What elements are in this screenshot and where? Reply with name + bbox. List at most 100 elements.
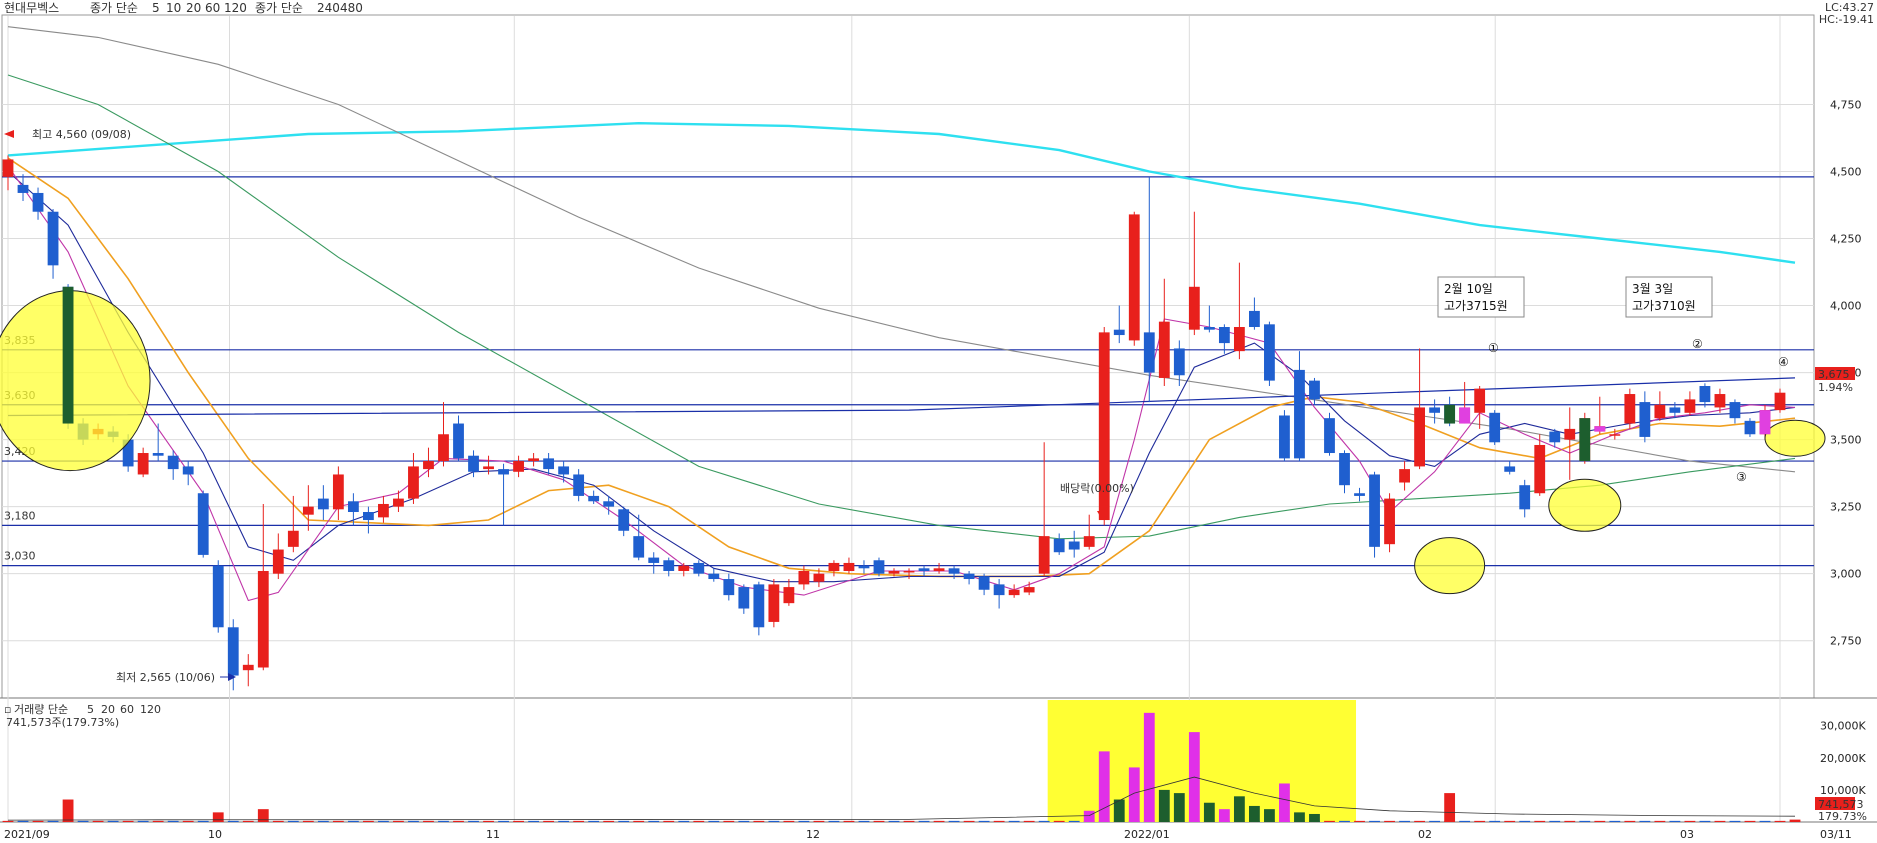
candle-body (1113, 329, 1125, 336)
candle-body (1264, 324, 1275, 381)
volume-bar-small (107, 820, 119, 822)
candle-body (137, 453, 149, 475)
volume-bar-small (32, 820, 44, 822)
volume-bar-small (1654, 820, 1666, 822)
price-tick-label: 4,500 (1830, 166, 1862, 179)
vol-ma-60-label: 60 (120, 703, 134, 716)
volume-bar-small (963, 820, 975, 822)
candle-body (1309, 380, 1320, 400)
candle-body (1429, 407, 1441, 413)
volume-bar-small (1339, 820, 1350, 822)
candle-body (648, 557, 660, 563)
candle-body (1549, 431, 1561, 443)
volume-bar-small (1669, 820, 1681, 822)
price-tick-label: 3,500 (1830, 434, 1862, 447)
volume-bar-small (1384, 820, 1395, 822)
volume-bar-small (197, 820, 209, 822)
volume-bar-small (1594, 820, 1606, 822)
candle-body (2, 159, 14, 177)
volume-bar-small (558, 820, 570, 822)
candle-body (738, 587, 750, 609)
volume-ma-line (7, 776, 1796, 821)
volume-bar-small (1399, 820, 1410, 822)
volume-bar-small (828, 820, 840, 822)
candle-body (978, 576, 990, 590)
volume-bar-small (903, 820, 915, 822)
volume-bar-small (17, 820, 29, 822)
ma-120-label: 120 (224, 1, 247, 15)
candle-body (302, 506, 314, 515)
volume-bar-small (873, 820, 885, 822)
volume-bar-small (528, 820, 539, 822)
volume-bar-small (1474, 820, 1486, 822)
candle-body (993, 584, 1005, 596)
highlight-circle-3 (1764, 419, 1826, 457)
volume-bar-small (1414, 820, 1425, 822)
volume-bar-small (1744, 820, 1756, 822)
volume-bar (1279, 783, 1290, 822)
volume-bar-small (423, 820, 434, 822)
volume-bar (1294, 812, 1305, 822)
candle-body (1384, 498, 1395, 545)
candle-body (1729, 402, 1741, 419)
volume-bar-small (1534, 820, 1546, 822)
candle-body (423, 461, 434, 470)
candle-body (1609, 434, 1621, 436)
high-arrow-icon (4, 130, 14, 138)
candle-body (1369, 474, 1380, 547)
candle-body (1188, 286, 1200, 330)
candle-body (1639, 402, 1651, 437)
volume-bar-small (302, 820, 314, 822)
candle-body (1669, 407, 1681, 413)
ma60-line (7, 74, 1796, 540)
volume-bar (1249, 805, 1260, 822)
volume-bar (1173, 793, 1185, 822)
candle-body (1023, 587, 1035, 593)
candle-body (663, 560, 675, 571)
candle-body (843, 562, 855, 571)
stock-name[interactable]: 현대무벡스 (4, 1, 59, 15)
candle-body (1294, 369, 1305, 459)
price-tick-label: 3,250 (1830, 501, 1862, 514)
volume-bar-small (393, 820, 404, 822)
note-mar3-line1: 3월 3일 (1632, 282, 1673, 296)
volume-bar-small (993, 820, 1005, 822)
volume-tick-label: 20,000K (1820, 752, 1866, 765)
candle-body (408, 466, 419, 499)
candle-body (182, 466, 194, 475)
volume-bar (1789, 819, 1801, 822)
note-feb10-line2: 고가3715원 (1444, 299, 1508, 313)
candle-body (1038, 536, 1050, 574)
note-mar3-line2: 고가3710원 (1632, 299, 1696, 313)
low-label: 최저 2,565 (10/06) (116, 671, 215, 684)
volume-bar (1218, 809, 1230, 822)
candle-body (212, 565, 224, 628)
candle-body (678, 565, 690, 571)
candle-body (1233, 327, 1245, 352)
note-mar3: 3월 3일 고가3710원 (1625, 276, 1713, 318)
volume-bar-small (1023, 820, 1035, 822)
volume-bar-small (513, 820, 524, 822)
volume-bar-small (1774, 820, 1786, 822)
high-annotation: 최고 4,560 (09/08) (4, 128, 131, 141)
highlighted-candle (1459, 407, 1471, 424)
price-panel-frame (1, 14, 1815, 699)
candle-body (573, 474, 585, 496)
candle-body (483, 466, 494, 470)
price-tick-label: 2,750 (1830, 635, 1862, 648)
candle-body (1504, 466, 1516, 472)
support-resistance-lines: 3,8353,6303,4203,1803,030 (2, 176, 1814, 567)
price-ma-label: 종가 단순 (90, 1, 138, 15)
volume-bars (2, 712, 1801, 822)
volume-bar-small (768, 820, 780, 822)
candle-body (1053, 538, 1065, 553)
hc-value: HC:-19.41 (1819, 13, 1874, 26)
date-tick-label: 02 (1418, 828, 1432, 841)
candle-body (242, 664, 254, 671)
price-tick-label: 3,000 (1830, 568, 1862, 581)
candle-body (528, 458, 539, 462)
volume-bar-small (1354, 820, 1365, 822)
candle-body (888, 570, 900, 574)
candle-body (363, 512, 374, 521)
highlight-circle-1 (1414, 537, 1486, 595)
